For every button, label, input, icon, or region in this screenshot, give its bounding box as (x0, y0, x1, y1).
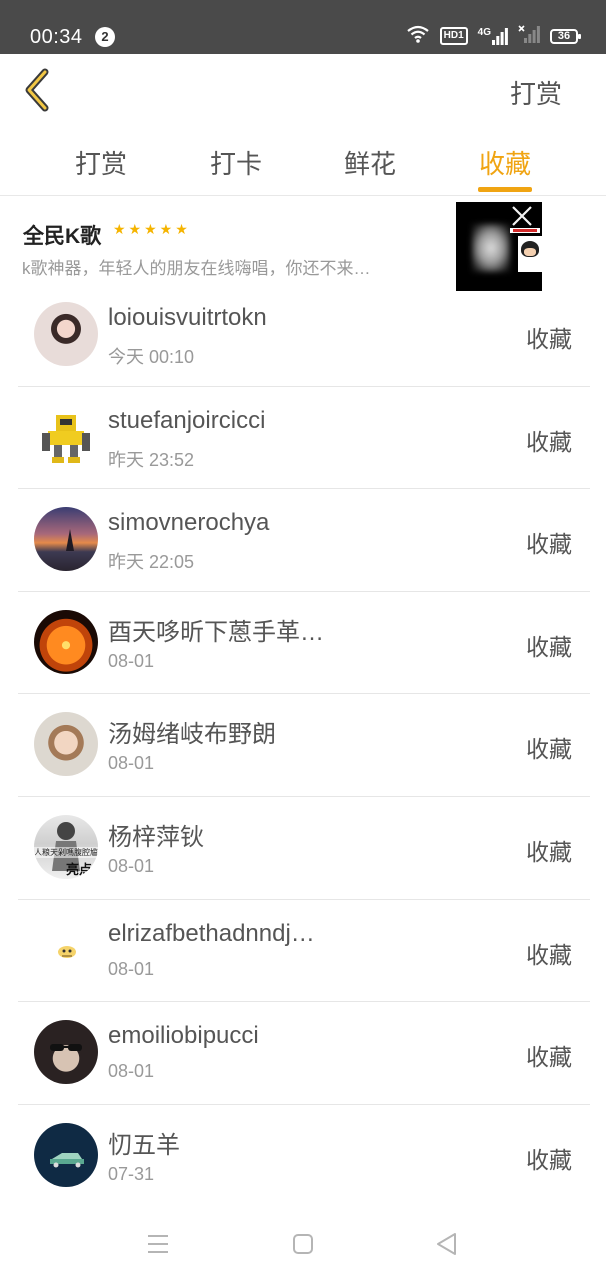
ad-image-sticker (518, 236, 542, 272)
timestamp: 08-01 (108, 753, 155, 774)
avatar (34, 712, 98, 777)
list-item[interactable]: 人粮天剁嗎腹腔尴 亮点 杨梓萍钬 08-01 收藏 (18, 797, 590, 900)
avatar: 人粮天剁嗎腹腔尴 亮点 (34, 814, 98, 879)
robot-image (42, 414, 90, 463)
active-tab-indicator (478, 187, 532, 192)
ad-title: 全民K歌 (23, 225, 102, 248)
wifi-icon (406, 25, 430, 48)
favorites-list: loiouisvuitrtokn 今天 00:10 收藏 stuefanjoir… (18, 284, 590, 1207)
network-type: 4G (477, 27, 491, 38)
ad-image-caption (510, 228, 540, 233)
user-name: simovnerochya (108, 509, 270, 537)
avatar (34, 507, 98, 572)
user-name: loiouisvuitrtokn (108, 304, 267, 331)
tab-checkin[interactable]: 打卡 (210, 144, 262, 181)
reward-button[interactable]: 打赏 (510, 74, 562, 111)
user-name: stuefanjoircicci (108, 406, 266, 434)
timestamp: 今天 00:10 (108, 347, 195, 367)
menu-icon (148, 1235, 168, 1253)
timestamp: 08-01 (108, 1061, 155, 1082)
ad-rating-stars: ★★★★★ (113, 221, 191, 237)
list-item[interactable]: stuefanjoircicci 昨天 23:52 收藏 (18, 387, 590, 490)
tab-bar: 打赏 打卡 鲜花 收藏 (0, 126, 606, 196)
sticker-image (58, 945, 76, 958)
list-item[interactable]: simovnerochya 昨天 22:05 收藏 (18, 489, 590, 592)
list-item[interactable]: elrizafbethadnndj… 08-01 收藏 (18, 900, 590, 1003)
tab-flowers[interactable]: 鲜花 (344, 144, 396, 181)
list-item[interactable]: 忉五羊 07-31 收藏 (18, 1105, 590, 1208)
action-label: 收藏 (526, 633, 572, 660)
timestamp: 08-01 (108, 855, 155, 876)
user-name: elrizafbethadnndj… (108, 919, 315, 947)
user-name: 酉天哆昕下蒽手革… (108, 618, 324, 646)
list-item[interactable]: 汤姆绪岐布野朗 08-01 收藏 (18, 694, 590, 797)
tab-reward[interactable]: 打赏 (75, 144, 127, 181)
timestamp: 07-31 (108, 1163, 155, 1184)
ad-image[interactable] (456, 202, 542, 291)
avatar (34, 302, 98, 366)
list-item[interactable]: loiouisvuitrtokn 今天 00:10 收藏 (18, 284, 590, 387)
timestamp: 昨天 22:05 (108, 552, 195, 573)
avatar (34, 917, 98, 982)
ad-sticker-face (521, 241, 539, 257)
timestamp: 08-01 (108, 958, 155, 979)
signal-empty-icon (518, 24, 540, 48)
action-label: 收藏 (526, 1044, 572, 1071)
battery-icon: 36 (550, 28, 581, 44)
hd-indicator: HD1 (439, 27, 468, 45)
action-label: 收藏 (526, 531, 572, 558)
notification-badge: 2 (95, 27, 115, 47)
timestamp: 08-01 (108, 650, 155, 671)
ad-description: k歌神器，年轻人的朋友在线嗨唱，你还不来… (22, 259, 371, 278)
avatar (34, 1020, 98, 1085)
ad-image-blur (472, 224, 510, 272)
avatar-caption: 人粮天剁嗎腹腔尴 (34, 846, 98, 858)
chevron-left-icon (25, 68, 49, 112)
status-bar: 00:34 2 HD1 4G 36 (0, 0, 606, 54)
home-icon (293, 1234, 313, 1254)
action-label: 收藏 (526, 428, 572, 455)
status-time: 00:34 (30, 26, 83, 48)
nav-back-button[interactable] (433, 1230, 461, 1258)
signal-icon: 4G (478, 27, 508, 45)
car-image (50, 1152, 84, 1168)
sunset-image (66, 529, 74, 552)
action-label: 收藏 (526, 326, 572, 352)
ad-close-button[interactable] (510, 204, 534, 228)
menu-button[interactable] (144, 1230, 172, 1258)
status-icons: HD1 4G 36 (406, 24, 581, 48)
user-name: 汤姆绪岐布野朗 (108, 721, 276, 749)
action-label: 收藏 (526, 1146, 572, 1173)
list-item[interactable]: 酉天哆昕下蒽手革… 08-01 收藏 (18, 592, 590, 695)
ad-banner[interactable]: 全民K歌 ★★★★★ k歌神器，年轻人的朋友在线嗨唱，你还不来… (0, 198, 606, 296)
header: 打赏 (0, 54, 606, 126)
avatar-badge: 亮点 (66, 861, 93, 877)
timestamp: 昨天 23:52 (108, 449, 195, 470)
avatar-photo (50, 1044, 82, 1052)
avatar (34, 1122, 98, 1187)
action-label: 收藏 (526, 838, 572, 865)
user-name: 忉五羊 (108, 1131, 180, 1159)
back-button[interactable] (18, 66, 62, 114)
system-nav-bar (0, 1206, 606, 1280)
nav-back-icon (437, 1233, 456, 1255)
close-icon (512, 206, 532, 226)
action-label: 收藏 (526, 941, 572, 968)
list-item[interactable]: emoiliobipucci 08-01 收藏 (18, 1002, 590, 1105)
action-label: 收藏 (526, 736, 572, 763)
tab-favorites[interactable]: 收藏 (479, 144, 531, 181)
user-name: emoiliobipucci (108, 1022, 259, 1050)
avatar (34, 609, 98, 674)
avatar (34, 404, 98, 469)
home-button[interactable] (289, 1230, 317, 1258)
user-name: 杨梓萍钬 (108, 823, 204, 851)
